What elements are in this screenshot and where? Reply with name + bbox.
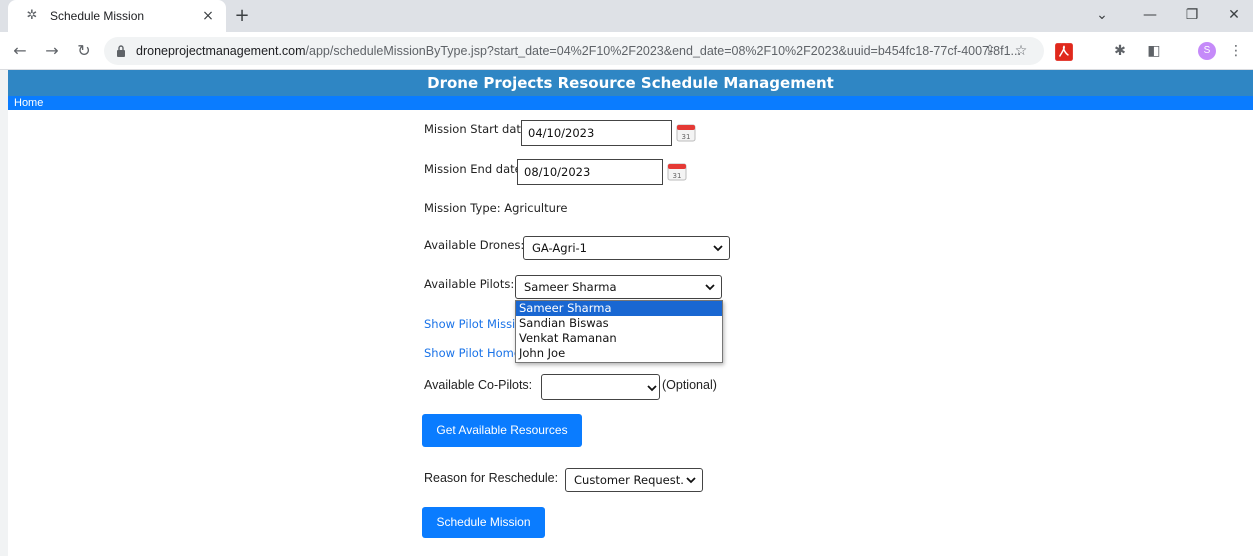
available-pilots-label: Available Pilots:: [424, 277, 515, 291]
browser-tab[interactable]: ✲ Schedule Mission ×: [8, 0, 226, 32]
chevron-down-icon: [713, 245, 723, 252]
show-pilot-home-link[interactable]: Show Pilot Home: [424, 346, 521, 360]
chevron-down-icon: [647, 385, 657, 392]
available-drones-label: Available Drones:: [424, 238, 525, 252]
address-bar[interactable]: droneprojectmanagement.com/app/scheduleM…: [104, 37, 1044, 65]
kebab-menu-icon[interactable]: ⋮: [1226, 41, 1246, 61]
bookmark-star-icon[interactable]: ☆: [1012, 42, 1030, 60]
pilot-option[interactable]: John Joe: [516, 346, 722, 361]
reason-select[interactable]: Customer Request.: [565, 468, 703, 492]
calendar-icon[interactable]: 31: [676, 122, 696, 142]
extensions-puzzle-icon[interactable]: ✱: [1110, 41, 1130, 61]
url-text: droneprojectmanagement.com/app/scheduleM…: [136, 44, 1021, 58]
forward-arrow-icon[interactable]: →: [42, 41, 62, 61]
drone-favicon-icon: ✲: [26, 8, 38, 23]
home-link[interactable]: Home: [14, 96, 43, 110]
menu-bar: Home: [8, 96, 1253, 110]
new-tab-button[interactable]: +: [232, 6, 252, 26]
minimize-icon[interactable]: —: [1138, 4, 1162, 26]
show-pilot-missions-link[interactable]: Show Pilot Missio: [424, 317, 522, 331]
start-date-input[interactable]: 04/10/2023: [521, 120, 672, 146]
mission-type-text: Mission Type: Agriculture: [424, 201, 568, 215]
page-content: Drone Projects Resource Schedule Managem…: [8, 70, 1253, 556]
side-panel-icon[interactable]: ◧: [1144, 41, 1164, 61]
browser-tab-strip: ✲ Schedule Mission × + ⌄ — ❐ ✕: [0, 0, 1253, 32]
drones-select[interactable]: GA-Agri-1: [523, 236, 730, 260]
lock-icon: [117, 45, 125, 57]
browser-toolbar: ← → ↻ droneprojectmanagement.com/app/sch…: [0, 32, 1253, 70]
back-arrow-icon[interactable]: ←: [10, 41, 30, 61]
pilot-option[interactable]: Sandian Biswas: [516, 316, 722, 331]
reason-label: Reason for Reschedule:: [424, 471, 559, 485]
chevron-down-icon: [705, 284, 715, 291]
close-window-icon[interactable]: ✕: [1222, 4, 1246, 26]
start-date-label: Mission Start date:: [424, 122, 532, 136]
chevron-down-icon: [686, 477, 696, 484]
end-date-label: Mission End date:: [424, 162, 526, 176]
profile-avatar[interactable]: S: [1198, 42, 1216, 60]
tab-title: Schedule Mission: [50, 9, 145, 23]
available-copilots-label: Available Co-Pilots:: [424, 378, 533, 392]
svg-text:31: 31: [673, 172, 682, 180]
copilots-select[interactable]: [541, 374, 660, 400]
pilot-option[interactable]: Venkat Ramanan: [516, 331, 722, 346]
calendar-icon[interactable]: 31: [667, 161, 687, 181]
tab-search-chevron-icon[interactable]: ⌄: [1090, 4, 1114, 26]
pilots-select[interactable]: Sameer Sharma: [515, 275, 722, 299]
pdf-extension-icon[interactable]: [1054, 42, 1074, 62]
schedule-mission-button[interactable]: Schedule Mission: [422, 507, 545, 538]
restore-icon[interactable]: ❐: [1180, 4, 1204, 26]
get-available-resources-button[interactable]: Get Available Resources: [422, 414, 582, 447]
page-title: Drone Projects Resource Schedule Managem…: [8, 70, 1253, 96]
svg-text:31: 31: [682, 133, 691, 141]
reload-icon[interactable]: ↻: [74, 41, 94, 61]
optional-text: (Optional): [662, 378, 717, 392]
end-date-input[interactable]: 08/10/2023: [517, 159, 663, 185]
pilots-dropdown-list: Sameer Sharma Sandian Biswas Venkat Rama…: [515, 300, 723, 363]
pilot-option[interactable]: Sameer Sharma: [516, 301, 722, 316]
tab-close-icon[interactable]: ×: [200, 8, 216, 24]
share-icon[interactable]: ⇪: [981, 42, 999, 60]
